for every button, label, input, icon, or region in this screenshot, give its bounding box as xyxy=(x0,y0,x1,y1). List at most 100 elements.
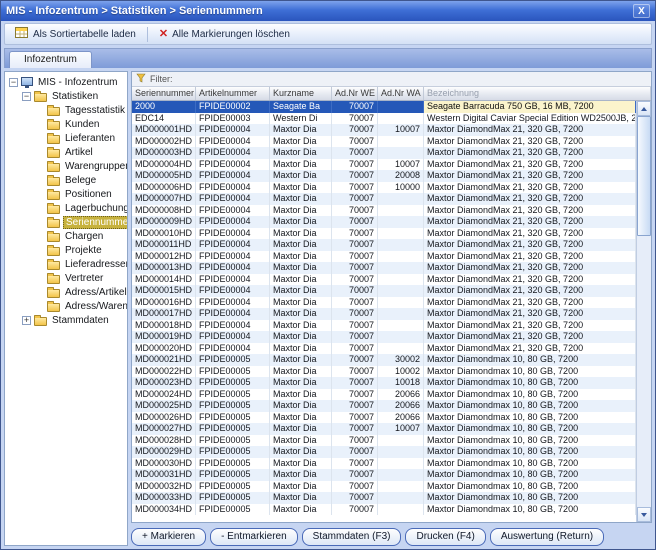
table-row[interactable]: MD000033HDFPIDE00005Maxtor Dia70007Maxto… xyxy=(132,492,636,504)
scroll-down-button[interactable] xyxy=(637,507,651,522)
column-header-seriennummer[interactable]: Seriennummer xyxy=(132,87,196,100)
tree-item-projekte[interactable]: Projekte xyxy=(5,243,127,257)
stammdaten-f3-button[interactable]: Stammdaten (F3) xyxy=(302,528,402,546)
scrollbar-thumb[interactable] xyxy=(637,116,651,236)
table-row[interactable]: MD000009HDFPIDE00004Maxtor Dia70007Maxto… xyxy=(132,216,636,228)
cell-ad-nr-we: 70007 xyxy=(332,412,378,424)
table-row[interactable]: MD000006HDFPIDE00004Maxtor Dia7000710000… xyxy=(132,182,636,194)
table-row[interactable]: MD000026HDFPIDE00005Maxtor Dia7000720066… xyxy=(132,412,636,424)
table-row[interactable]: MD000016HDFPIDE00004Maxtor Dia70007Maxto… xyxy=(132,297,636,309)
table-row[interactable]: MD000013HDFPIDE00004Maxtor Dia70007Maxto… xyxy=(132,262,636,274)
table-row[interactable]: MD000022HDFPIDE00005Maxtor Dia7000710002… xyxy=(132,366,636,378)
tree-item-belege[interactable]: Belege xyxy=(5,173,127,187)
folder-icon xyxy=(47,121,60,130)
table-row[interactable]: MD000019HDFPIDE00004Maxtor Dia70007Maxto… xyxy=(132,331,636,343)
table-row[interactable]: MD000020HDFPIDE00004Maxtor Dia70007Maxto… xyxy=(132,343,636,355)
cell-bezeichnung: Maxtor DiamondMax 21, 320 GB, 7200 xyxy=(424,239,636,251)
tree-item-lagerbuchungen[interactable]: Lagerbuchungen xyxy=(5,201,127,215)
collapse-icon[interactable]: − xyxy=(9,78,18,87)
table-row[interactable]: MD000018HDFPIDE00004Maxtor Dia70007Maxto… xyxy=(132,320,636,332)
table-row[interactable]: MD000032HDFPIDE00005Maxtor Dia70007Maxto… xyxy=(132,481,636,493)
table-row[interactable]: MD000010HDFPIDE00004Maxtor Dia70007Maxto… xyxy=(132,228,636,240)
cell-kurzname: Maxtor Dia xyxy=(270,400,332,412)
filter-funnel-icon xyxy=(136,73,146,85)
cell-kurzname: Maxtor Dia xyxy=(270,124,332,136)
tree-item-adress-artikel[interactable]: Adress/Artikel xyxy=(5,285,127,299)
tree-item-positionen[interactable]: Positionen xyxy=(5,187,127,201)
table-row[interactable]: MD000008HDFPIDE00004Maxtor Dia70007Maxto… xyxy=(132,205,636,217)
column-header-bezeichnung[interactable]: Bezeichnung xyxy=(424,87,651,100)
table-row[interactable]: MD000029HDFPIDE00005Maxtor Dia70007Maxto… xyxy=(132,446,636,458)
cell-ad-nr-wa xyxy=(378,331,424,343)
cell-seriennummer: MD000020HD xyxy=(132,343,196,355)
cell-seriennummer: MD000024HD xyxy=(132,389,196,401)
collapse-icon[interactable]: − xyxy=(22,92,31,101)
column-header-ad-nr-we[interactable]: Ad.Nr WE xyxy=(332,87,378,100)
table-row[interactable]: MD000021HDFPIDE00005Maxtor Dia7000730002… xyxy=(132,354,636,366)
table-row[interactable]: MD000001HDFPIDE00004Maxtor Dia7000710007… xyxy=(132,124,636,136)
table-row[interactable]: MD000015HDFPIDE00004Maxtor Dia70007Maxto… xyxy=(132,285,636,297)
tree-item-warengruppen[interactable]: Warengruppen xyxy=(5,159,127,173)
table-row[interactable]: MD000011HDFPIDE00004Maxtor Dia70007Maxto… xyxy=(132,239,636,251)
tree-item-kunden[interactable]: Kunden xyxy=(5,117,127,131)
folder-icon xyxy=(47,219,60,228)
cell-ad-nr-we: 70007 xyxy=(332,182,378,194)
table-row[interactable]: MD000002HDFPIDE00004Maxtor Dia70007Maxto… xyxy=(132,136,636,148)
cell-artikelnummer: FPIDE00004 xyxy=(196,147,270,159)
tree-item-vertreter[interactable]: Vertreter xyxy=(5,271,127,285)
table-row[interactable]: MD000004HDFPIDE00004Maxtor Dia7000710007… xyxy=(132,159,636,171)
load-sort-table-button[interactable]: Als Sortiertabelle laden xyxy=(9,23,142,45)
table-row[interactable]: MD000031HDFPIDE00005Maxtor Dia70007Maxto… xyxy=(132,469,636,481)
tree-item-stammdaten[interactable]: +Stammdaten xyxy=(5,313,127,327)
tree-item-lieferadressen[interactable]: Lieferadressen xyxy=(5,257,127,271)
scrollbar-track[interactable] xyxy=(637,116,651,507)
table-row[interactable]: MD000025HDFPIDE00005Maxtor Dia7000720066… xyxy=(132,400,636,412)
drucken-f4-button[interactable]: Drucken (F4) xyxy=(405,528,485,546)
column-header-kurzname[interactable]: Kurzname xyxy=(270,87,332,100)
cell-ad-nr-we: 70007 xyxy=(332,320,378,332)
markieren-button[interactable]: + Markieren xyxy=(131,528,206,546)
cell-ad-nr-we: 70007 xyxy=(332,308,378,320)
tree-item-adress-warengruppen[interactable]: Adress/Warengruppen xyxy=(5,299,127,313)
table-row[interactable]: MD000027HDFPIDE00005Maxtor Dia7000710007… xyxy=(132,423,636,435)
tree-item-tagesstatistik[interactable]: Tagesstatistik xyxy=(5,103,127,117)
table-row[interactable]: MD000005HDFPIDE00004Maxtor Dia7000720008… xyxy=(132,170,636,182)
tree-item-statistiken[interactable]: −Statistiken xyxy=(5,89,127,103)
expand-icon[interactable]: + xyxy=(22,316,31,325)
auswertung-return-button[interactable]: Auswertung (Return) xyxy=(490,528,604,546)
table-row[interactable]: MD000003HDFPIDE00004Maxtor Dia70007Maxto… xyxy=(132,147,636,159)
table-row[interactable]: 2000FPIDE00002Seagate Ba70007Seagate Bar… xyxy=(132,101,636,113)
table-row[interactable]: MD000012HDFPIDE00004Maxtor Dia70007Maxto… xyxy=(132,251,636,263)
cell-bezeichnung: Maxtor Diamondmax 10, 80 GB, 7200 xyxy=(424,435,636,447)
vertical-scrollbar[interactable] xyxy=(636,101,651,522)
scroll-up-button[interactable] xyxy=(637,101,651,116)
tree-item-lieferanten[interactable]: Lieferanten xyxy=(5,131,127,145)
table-row[interactable]: MD000024HDFPIDE00005Maxtor Dia7000720066… xyxy=(132,389,636,401)
cell-bezeichnung: Maxtor DiamondMax 21, 320 GB, 7200 xyxy=(424,274,636,286)
table-row[interactable]: MD000014HDFPIDE00004Maxtor Dia70007Maxto… xyxy=(132,274,636,286)
table-row[interactable]: MD000007HDFPIDE00004Maxtor Dia70007Maxto… xyxy=(132,193,636,205)
filter-row[interactable]: Filter: xyxy=(132,72,651,87)
table-row[interactable]: MD000017HDFPIDE00004Maxtor Dia70007Maxto… xyxy=(132,308,636,320)
column-header-artikelnummer[interactable]: Artikelnummer xyxy=(196,87,270,100)
tree-item-chargen[interactable]: Chargen xyxy=(5,229,127,243)
table-row[interactable]: MD000034HDFPIDE00005Maxtor Dia70007Maxto… xyxy=(132,504,636,516)
cell-seriennummer: MD000016HD xyxy=(132,297,196,309)
cell-ad-nr-we: 70007 xyxy=(332,331,378,343)
tree-item-mis-infozentrum[interactable]: −MIS - Infozentrum xyxy=(5,75,127,89)
table-row[interactable]: MD000023HDFPIDE00005Maxtor Dia7000710018… xyxy=(132,377,636,389)
close-button[interactable]: X xyxy=(633,4,650,18)
entmarkieren-button[interactable]: - Entmarkieren xyxy=(210,528,298,546)
column-header-ad-nr-wa[interactable]: Ad.Nr WA xyxy=(378,87,424,100)
cell-kurzname: Maxtor Dia xyxy=(270,354,332,366)
clear-marks-button[interactable]: ✕ Alle Markierungen löschen xyxy=(153,26,296,43)
table-row[interactable]: EDC14FPIDE00003Western Di70007Western Di… xyxy=(132,113,636,125)
table-row[interactable]: MD000028HDFPIDE00005Maxtor Dia70007Maxto… xyxy=(132,435,636,447)
cell-bezeichnung: Maxtor DiamondMax 21, 320 GB, 7200 xyxy=(424,136,636,148)
tree-item-artikel[interactable]: Artikel xyxy=(5,145,127,159)
cell-kurzname: Maxtor Dia xyxy=(270,435,332,447)
tree-item-seriennummern[interactable]: Seriennummern xyxy=(5,215,127,229)
table-row[interactable]: MD000030HDFPIDE00005Maxtor Dia70007Maxto… xyxy=(132,458,636,470)
tab-infozentrum[interactable]: Infozentrum xyxy=(9,51,92,68)
cell-ad-nr-wa xyxy=(378,504,424,516)
